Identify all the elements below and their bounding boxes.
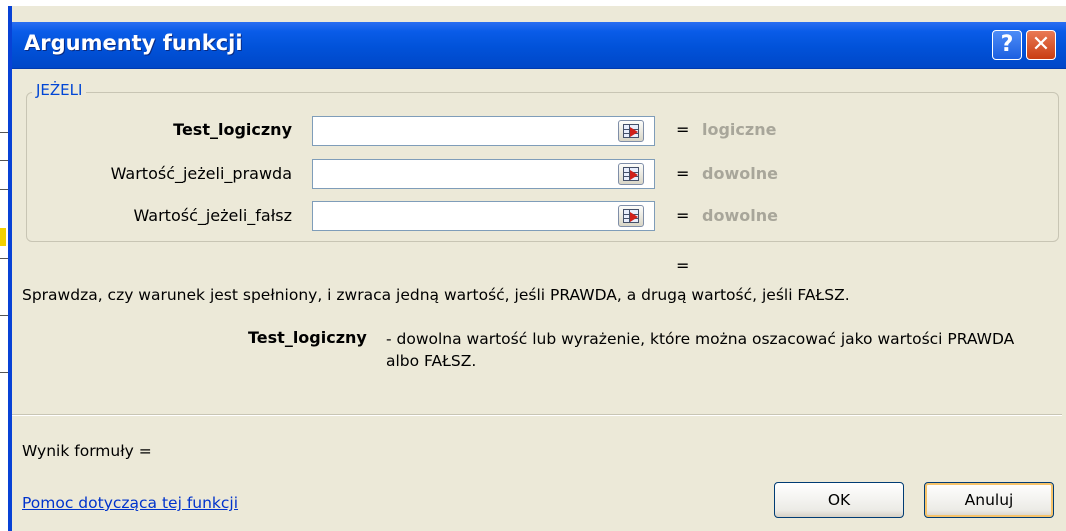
cancel-button[interactable]: Anuluj (924, 482, 1054, 518)
function-arguments-dialog: Argumenty funkcji ? ✕ JEŻELI Test_logicz… (8, 6, 1066, 531)
title-bar[interactable]: Argumenty funkcji ? ✕ (12, 22, 1066, 69)
argument-help-name: Test_logiczny (248, 328, 367, 347)
selected-cell-edge (0, 228, 6, 246)
equals-sign: = (676, 206, 690, 225)
collapse-dialog-button-2[interactable] (618, 163, 644, 185)
help-button[interactable]: ? (992, 30, 1022, 60)
arg-result-type: logiczne (702, 120, 777, 139)
arg-input-wartosc-jezeli-falsz[interactable] (312, 201, 655, 231)
close-button[interactable]: ✕ (1026, 30, 1056, 60)
function-name-label: JEŻELI (32, 81, 87, 99)
arg-label-test-logiczny: Test_logiczny (173, 120, 292, 139)
ok-button[interactable]: OK (774, 482, 904, 518)
arrow-icon (630, 127, 638, 137)
collapse-dialog-button-3[interactable] (618, 205, 644, 227)
arg-label-wartosc-jezeli-prawda: Wartość_jeżeli_prawda (110, 164, 292, 183)
arg-result-type: dowolne (702, 206, 778, 225)
arg-input-wartosc-jezeli-prawda[interactable] (312, 159, 655, 189)
collapse-dialog-button-1[interactable] (618, 120, 644, 142)
arrow-icon (630, 212, 638, 222)
function-result-equals: = (676, 256, 690, 275)
arg-input-test-logiczny[interactable] (312, 116, 655, 146)
equals-sign: = (676, 164, 690, 183)
help-link[interactable]: Pomoc dotycząca tej funkcji (22, 494, 238, 512)
separator (12, 414, 1062, 416)
arg-label-wartosc-jezeli-falsz: Wartość_jeżeli_fałsz (133, 206, 292, 225)
argument-help-text: - dowolna wartość lub wyrażenie, które m… (386, 330, 1015, 370)
equals-sign: = (676, 120, 690, 139)
function-description: Sprawdza, czy warunek jest spełniony, i … (22, 286, 850, 304)
formula-result-label: Wynik formuły = (22, 442, 152, 460)
arrow-icon (630, 170, 638, 180)
window-title: Argumenty funkcji (24, 31, 243, 55)
arg-result-type: dowolne (702, 164, 778, 183)
